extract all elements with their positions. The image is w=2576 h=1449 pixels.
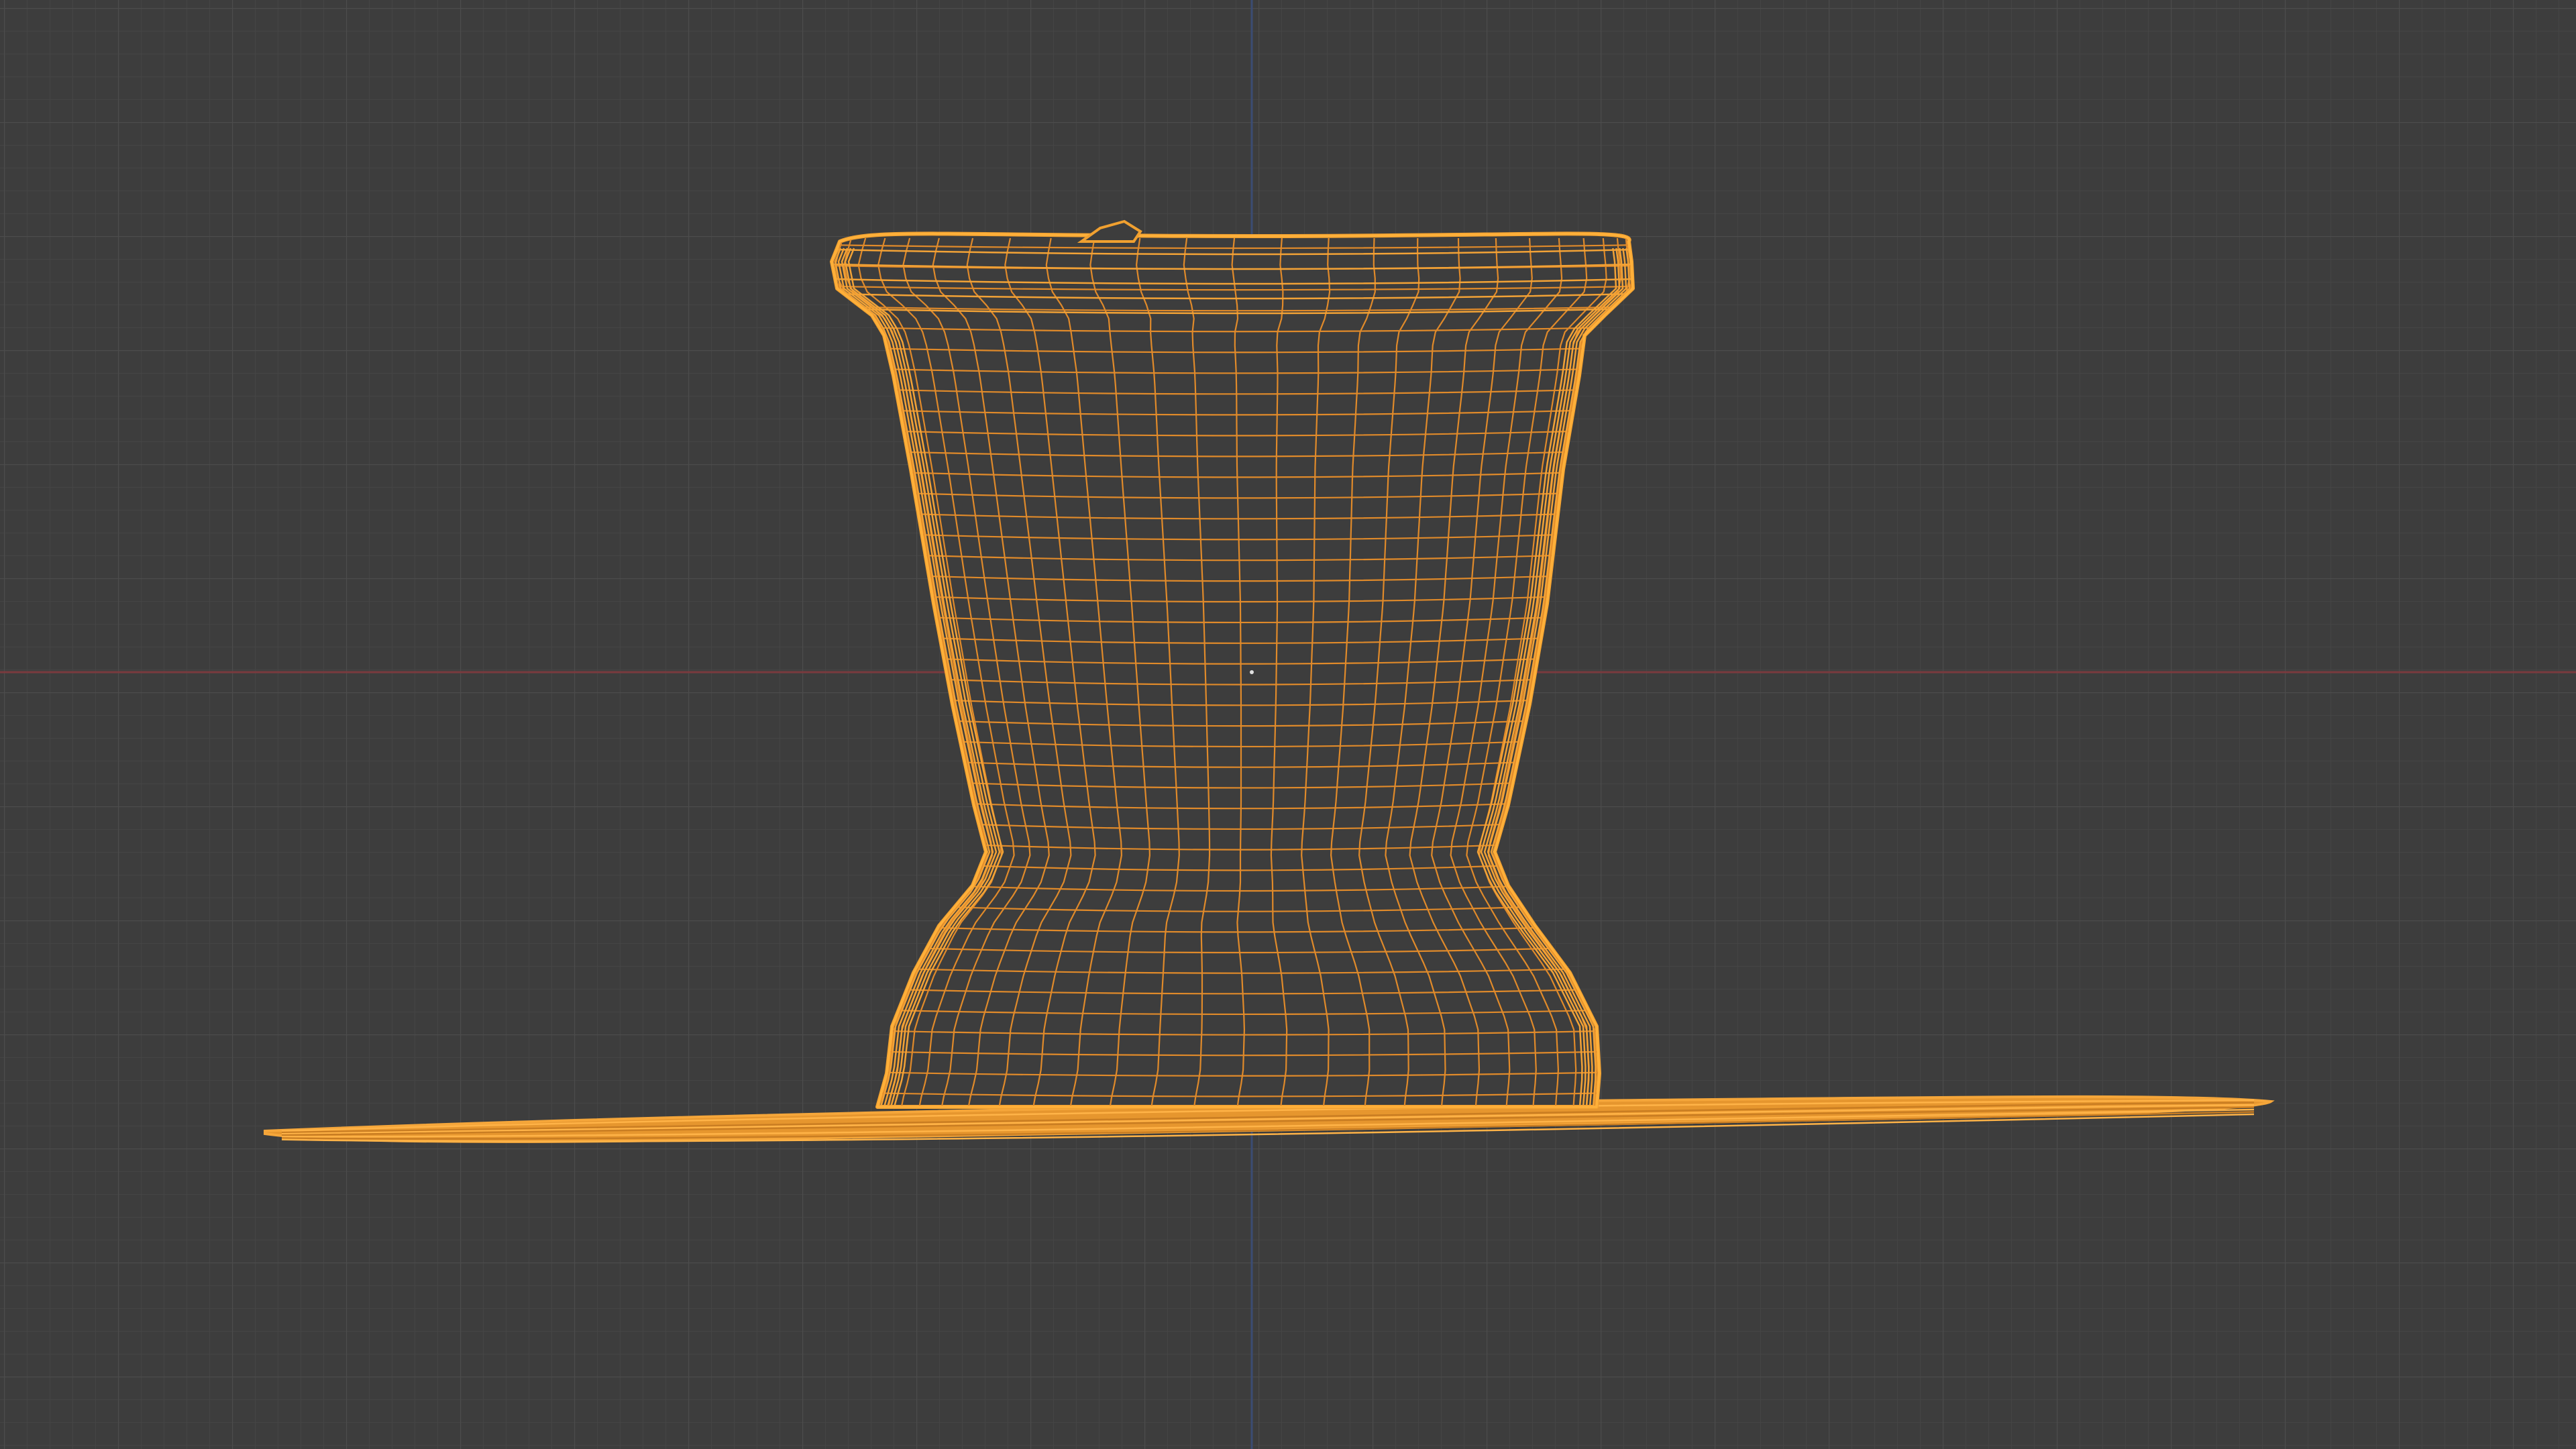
viewport-canvas[interactable] [0, 0, 2576, 1449]
3d-viewport[interactable] [0, 0, 2576, 1449]
3d-cursor-origin[interactable] [1250, 670, 1254, 674]
